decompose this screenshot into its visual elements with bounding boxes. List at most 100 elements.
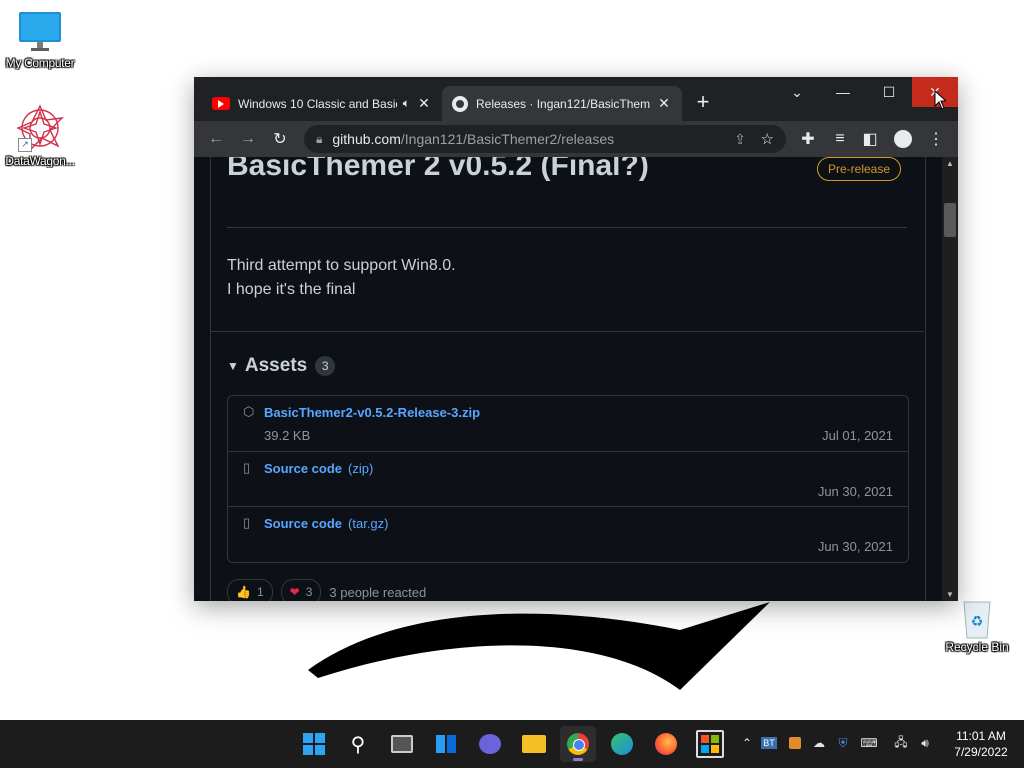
tray-security[interactable]: ⛨ [834,734,852,752]
desktop-icon-datawagon[interactable]: ↗ DataWagon... [0,104,80,168]
volume-icon: 🔊︎ [921,735,929,750]
tray-basicthemer[interactable]: BT [760,734,778,752]
asset-row: ⬡ BasicThemer2-v0.5.2-Release-3.zip 39.2… [228,396,908,451]
speaker-icon[interactable]: 🔈︎ [403,96,410,111]
github-release-page: BasicThemer 2 v0.5.2 (Final?) Pre-releas… [194,157,942,601]
search-button[interactable]: ⚲ [340,726,376,762]
youtube-icon [212,97,230,110]
browser-toolbar: ← → ↻ 🔒︎ github.com/Ingan121/BasicThemer… [194,121,958,157]
desktop-icon-label: My Computer [5,56,75,70]
minimize-icon: — [836,84,850,100]
chrome-button[interactable] [560,726,596,762]
tab-github-releases[interactable]: Releases · Ingan121/BasicThemer2 ✕ [442,86,682,121]
mouse-cursor [934,90,946,110]
maximize-button[interactable]: ☐ [866,77,912,107]
more-vertical-icon: ⋮ [928,131,944,148]
scroll-up-arrow[interactable]: ▲ [946,159,954,168]
file-explorer-button[interactable] [516,726,552,762]
lock-icon: 🔒︎ [316,131,323,146]
asset-link[interactable]: BasicThemer2-v0.5.2-Release-3.zip [264,405,480,420]
tray-app[interactable] [786,734,804,752]
new-tab-button[interactable]: + [692,90,714,116]
reaction-heart[interactable]: ❤ 3 [280,579,322,601]
divider [227,227,907,228]
edge-button[interactable] [604,726,640,762]
tab-search-button[interactable]: ⌄ [774,77,820,107]
monitor-icon [18,10,62,56]
tray-onedrive[interactable]: ☁ [810,734,828,752]
extensions-button[interactable]: ✚ [796,127,820,151]
start-icon [303,733,325,755]
firefox-button[interactable] [648,726,684,762]
tray-volume[interactable]: 🔊︎ [916,734,934,752]
mandala-shortcut-icon: ↗ [16,104,64,154]
desktop-icon-recycle-bin[interactable]: ♻ Recycle Bin [942,596,1012,654]
widgets-button[interactable] [428,726,464,762]
maximize-icon: ☐ [882,83,896,100]
tab-title: Windows 10 Classic and Basic [238,96,397,111]
profile-button[interactable] [891,127,915,151]
show-hidden-icons[interactable]: ⌃ [738,734,756,752]
bookmark-star-icon[interactable]: ☆ [761,130,774,148]
desktop-icon-my-computer[interactable]: My Computer [0,10,80,70]
reaction-thumbs-up[interactable]: 👍 1 [227,579,273,601]
close-tab-icon[interactable]: ✕ [416,95,432,112]
thumbs-up-icon: 👍 [236,585,251,599]
edge-icon [611,733,633,755]
triangle-down-icon: ▼ [227,359,239,373]
search-icon: ⚲ [350,733,366,756]
release-note-line: Third attempt to support Win8.0. [227,257,456,274]
tray-network[interactable]: 🖧︎ [892,734,910,752]
divider [210,331,924,332]
assets-count-badge: 3 [315,356,336,376]
scroll-thumb[interactable] [944,203,956,237]
asset-date: Jun 30, 2021 [817,484,893,499]
github-icon [452,95,468,112]
minimize-button[interactable]: — [820,77,866,107]
task-view-button[interactable] [384,726,420,762]
asset-link[interactable]: Source code (tar.gz) [264,516,389,531]
reload-icon: ↻ [273,131,287,148]
tab-title: Releases · Ingan121/BasicThemer2 [476,96,650,111]
tab-youtube[interactable]: Windows 10 Classic and Basic 🔈︎ ✕ [202,86,442,121]
taskbar-clock[interactable]: 11:01 AM 7/29/2022 [948,728,1014,760]
page-scrollbar[interactable]: ▲ ▼ [942,157,958,601]
chrome-icon [567,733,589,755]
taskbar: ⚲ ⌃ BT ☁ ⛨ ⌨ 🖧︎ 🔊︎ 11:01 AM 7/29/2022 [0,720,1024,768]
release-note-line: I hope it's the final [227,281,356,298]
menu-button[interactable]: ⋮ [924,127,948,151]
tray-keyboard[interactable]: ⌨ [860,734,878,752]
address-bar[interactable]: 🔒︎ github.com/Ingan121/BasicThemer2/rele… [304,125,786,153]
store-button[interactable] [692,726,728,762]
release-title[interactable]: BasicThemer 2 v0.5.2 (Final?) [227,157,649,183]
svg-text:♻: ♻ [971,614,984,630]
reaction-count: 3 [305,585,313,599]
asset-date: Jul 01, 2021 [822,428,893,443]
tab-strip: Windows 10 Classic and Basic 🔈︎ ✕ Releas… [194,77,958,121]
side-panel-button[interactable]: ◧ [858,127,882,151]
media-controls-button[interactable]: ≡ [828,127,852,151]
app-tray-icon [789,737,801,749]
forward-button[interactable]: → [236,127,260,151]
reactions-bar: 👍 1 ❤ 3 3 people reacted [227,579,426,601]
asset-row: ▯ Source code (zip) Jun 30, 2021 [228,451,908,507]
desktop-icon-label: DataWagon... [5,154,75,168]
start-button[interactable] [296,726,332,762]
chat-button[interactable] [472,726,508,762]
assets-toggle[interactable]: ▼ Assets 3 [227,355,336,377]
chevron-down-icon: ⌄ [791,83,803,100]
file-zip-icon: ▯ [243,515,251,530]
asset-date: Jun 30, 2021 [817,539,893,554]
close-tab-icon[interactable]: ✕ [656,95,672,112]
assets-heading-label: Assets [244,355,308,376]
reload-button[interactable]: ↻ [268,127,292,151]
share-icon[interactable]: ⇪ [734,131,746,148]
scroll-down-arrow[interactable]: ▼ [946,590,954,599]
basicthemer-tray-icon: BT [761,737,777,749]
store-icon [696,730,724,758]
asset-link[interactable]: Source code (zip) [264,461,373,476]
puzzle-icon: ✚ [801,131,815,148]
shortcut-arrow-icon: ↗ [18,138,32,152]
reaction-count: 1 [256,585,264,599]
back-button[interactable]: ← [204,127,228,151]
